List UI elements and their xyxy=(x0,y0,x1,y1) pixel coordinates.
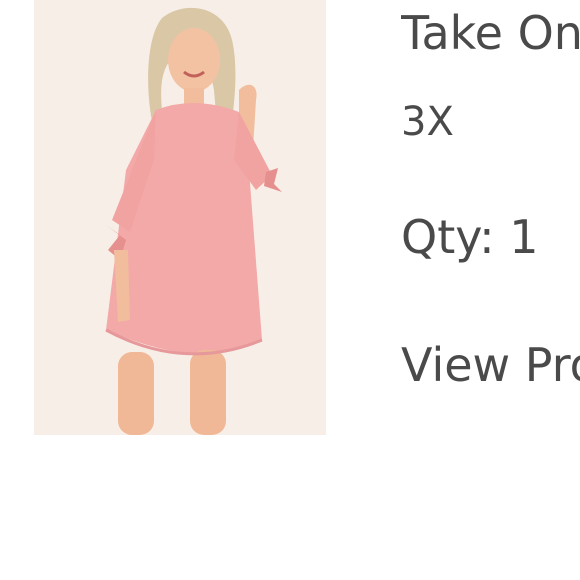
order-item: Take On 3X Qty: 1 View Product xyxy=(0,0,580,580)
product-image[interactable] xyxy=(34,0,326,435)
product-photo xyxy=(34,0,326,435)
view-product-link[interactable]: View Product xyxy=(401,338,580,392)
product-size: 3X xyxy=(401,99,454,145)
product-title[interactable]: Take On xyxy=(401,6,580,60)
product-details: Take On 3X Qty: 1 View Product xyxy=(401,0,580,435)
product-quantity: Qty: 1 xyxy=(401,210,539,264)
